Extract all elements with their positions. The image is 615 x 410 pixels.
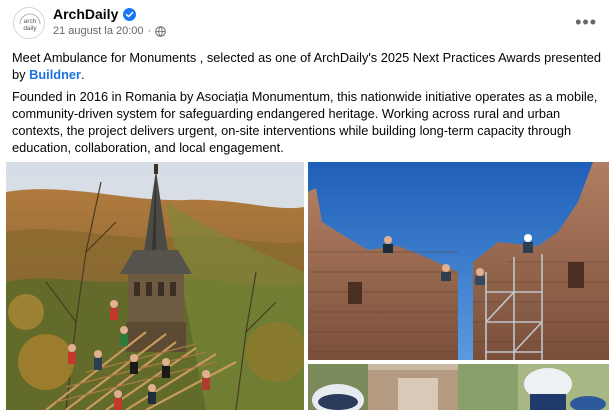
p1-text: Meet Ambulance for Monuments , selected … xyxy=(12,50,602,82)
avatar[interactable]: arch daily xyxy=(13,7,45,39)
post-date[interactable]: 21 august la 20:00 xyxy=(53,25,144,37)
post-text-paragraph-1: Meet Ambulance for Monuments , selected … xyxy=(12,49,604,83)
archdaily-logo: arch daily xyxy=(15,9,44,38)
globe-icon[interactable] xyxy=(155,25,166,37)
photo-grid xyxy=(6,162,609,410)
meta-separator: · xyxy=(147,25,152,37)
post-text-paragraph-2: Founded in 2016 in Romania by Asociația … xyxy=(12,89,598,155)
logo-text-arch: arch xyxy=(24,18,37,25)
post-header: arch daily ArchDaily 21 august la 20:00 … xyxy=(0,0,615,44)
verified-badge-icon xyxy=(123,7,137,21)
more-options-icon[interactable]: ••• xyxy=(575,12,597,33)
photo-wooden-church[interactable] xyxy=(6,162,304,410)
photo-volunteers-helmets[interactable] xyxy=(308,364,609,410)
p1-end: . xyxy=(80,67,85,82)
logo-text-daily: daily xyxy=(23,25,37,32)
author-name-row: ArchDaily xyxy=(53,6,137,22)
post-meta: 21 august la 20:00 · xyxy=(53,25,166,37)
photo-brick-ruins[interactable] xyxy=(308,162,609,360)
buildner-link[interactable]: Buildner xyxy=(29,67,81,82)
author-name[interactable]: ArchDaily xyxy=(53,6,118,22)
